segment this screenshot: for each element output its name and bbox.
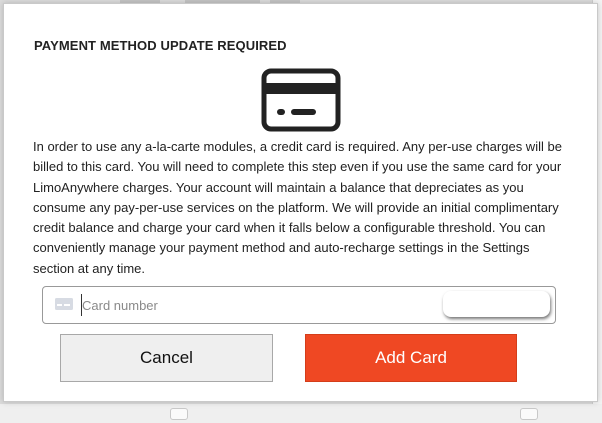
modal-description: In order to use any a-la-carte modules, … [33,139,562,276]
cancel-button[interactable]: Cancel [60,334,273,382]
card-number-input[interactable] [81,294,432,316]
card-brand-icon [55,298,73,310]
background-control [170,408,188,420]
credit-card-icon [261,68,341,132]
background-control [520,408,538,420]
add-card-button[interactable]: Add Card [305,334,517,382]
card-expiry-cvc-field[interactable] [443,291,550,317]
modal-title: PAYMENT METHOD UPDATE REQUIRED [34,38,287,53]
card-number-field[interactable] [42,286,556,324]
background-bottom-row [0,404,602,423]
payment-method-modal: PAYMENT METHOD UPDATE REQUIRED In order … [3,3,598,402]
